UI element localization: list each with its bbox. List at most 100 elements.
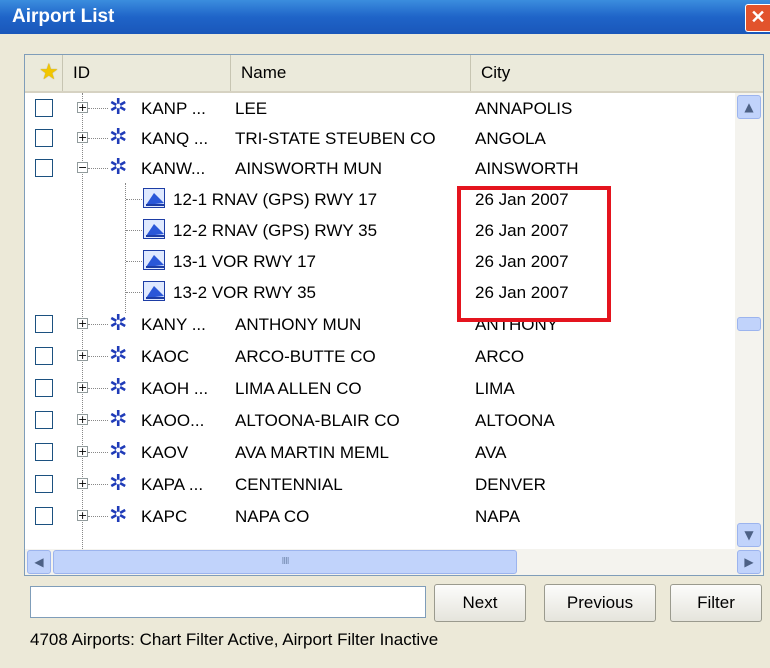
horizontal-scrollbar[interactable]: ◀ IIII ▶	[25, 549, 763, 575]
gear-icon: ✲	[109, 343, 128, 368]
airport-tree-list[interactable]: ★ ID Name City + ✲ KANP ... LEE ANNAPOLI…	[24, 54, 764, 576]
row-checkbox[interactable]	[35, 411, 53, 429]
chart-row[interactable]: 13-2 VOR RWY 35 26 Jan 2007	[25, 277, 735, 309]
airport-city: AVA	[475, 443, 507, 462]
airport-name: ALTOONA-BLAIR CO	[235, 411, 400, 430]
column-name[interactable]: Name	[231, 55, 471, 91]
airport-row[interactable]: − ✲ KANW... AINSWORTH MUN AINSWORTH	[25, 153, 735, 185]
airport-name: ARCO-BUTTE CO	[235, 347, 376, 366]
airport-row[interactable]: + ✲ KAPC NAPA CO NAPA	[25, 501, 735, 533]
gear-icon: ✲	[109, 503, 128, 528]
airport-row[interactable]: + ✲ KAPA ... CENTENNIAL DENVER	[25, 469, 735, 501]
chart-row[interactable]: 13-1 VOR RWY 17 26 Jan 2007	[25, 246, 735, 278]
airport-id: KAOC	[141, 347, 190, 366]
airport-id: KAOO...	[141, 411, 205, 430]
column-city[interactable]: City	[471, 55, 763, 91]
close-button[interactable]: ✕	[745, 4, 770, 32]
previous-button[interactable]: Previous	[544, 584, 656, 622]
approach-chart-icon	[143, 188, 165, 208]
vertical-scrollbar[interactable]: ▲ ▼	[735, 93, 763, 549]
chart-name: 13-1 VOR RWY 17	[173, 252, 316, 271]
airport-name: AVA MARTIN MEML	[235, 443, 389, 462]
airport-name: LEE	[235, 99, 268, 118]
airport-id: KAPA ...	[141, 475, 204, 494]
search-input[interactable]	[30, 586, 426, 618]
airport-name: CENTENNIAL	[235, 475, 343, 494]
title-bar[interactable]: Airport List ✕	[0, 0, 770, 34]
expand-toggle[interactable]: +	[77, 132, 88, 143]
row-checkbox[interactable]	[35, 443, 53, 461]
chart-date: 26 Jan 2007	[475, 252, 569, 271]
airport-row[interactable]: + ✲ KAOH ... LIMA ALLEN CO LIMA	[25, 373, 735, 405]
scroll-up-button[interactable]: ▲	[737, 95, 761, 119]
approach-chart-icon	[143, 281, 165, 301]
row-checkbox[interactable]	[35, 347, 53, 365]
status-bar-text: 4708 Airports: Chart Filter Active, Airp…	[30, 630, 439, 649]
airport-id: KAOH ...	[141, 379, 209, 398]
scroll-left-button[interactable]: ◀	[27, 550, 51, 574]
airport-row[interactable]: + ✲ KANQ ... TRI-STATE STEUBEN CO ANGOLA	[25, 123, 735, 155]
filter-button[interactable]: Filter	[670, 584, 762, 622]
chart-name: 13-2 VOR RWY 35	[173, 283, 316, 302]
airport-name: LIMA ALLEN CO	[235, 379, 362, 398]
airport-city: DENVER	[475, 475, 546, 494]
column-favorite[interactable]: ★	[25, 55, 63, 91]
gear-icon: ✲	[109, 125, 128, 150]
expand-toggle[interactable]: +	[77, 446, 88, 457]
collapse-toggle[interactable]: −	[77, 162, 88, 173]
chart-date: 26 Jan 2007	[475, 190, 569, 209]
airport-row[interactable]: + ✲ KANP ... LEE ANNAPOLIS	[25, 93, 735, 125]
expand-toggle[interactable]: +	[77, 350, 88, 361]
chart-name: 12-1 RNAV (GPS) RWY 17	[173, 190, 378, 209]
airport-name: TRI-STATE STEUBEN CO	[235, 129, 436, 148]
expand-toggle[interactable]: +	[77, 510, 88, 521]
expand-toggle[interactable]: +	[77, 414, 88, 425]
approach-chart-icon	[143, 250, 165, 270]
gear-icon: ✲	[109, 155, 128, 180]
gear-icon: ✲	[109, 407, 128, 432]
airport-row[interactable]: + ✲ KANY ... ANTHONY MUN ANTHONY	[25, 309, 735, 341]
expand-toggle[interactable]: +	[77, 102, 88, 113]
tree-rows: + ✲ KANP ... LEE ANNAPOLIS + ✲ KANQ ... …	[25, 93, 735, 549]
airport-id: KAOV	[141, 443, 189, 462]
column-id[interactable]: ID	[63, 55, 231, 91]
row-checkbox[interactable]	[35, 379, 53, 397]
scroll-down-button[interactable]: ▼	[737, 523, 761, 547]
airport-name: ANTHONY MUN	[235, 315, 362, 334]
airport-row[interactable]: + ✲ KAOC ARCO-BUTTE CO ARCO	[25, 341, 735, 373]
row-checkbox[interactable]	[35, 99, 53, 117]
expand-toggle[interactable]: +	[77, 478, 88, 489]
chart-row[interactable]: 12-2 RNAV (GPS) RWY 35 26 Jan 2007	[25, 215, 735, 247]
column-header: ★ ID Name City	[25, 55, 763, 93]
gear-icon: ✲	[109, 439, 128, 464]
next-button[interactable]: Next	[434, 584, 526, 622]
airport-id: KANP ...	[141, 99, 206, 118]
airport-name: NAPA CO	[235, 507, 310, 526]
row-checkbox[interactable]	[35, 475, 53, 493]
airport-row[interactable]: + ✲ KAOO... ALTOONA-BLAIR CO ALTOONA	[25, 405, 735, 437]
airport-name: AINSWORTH MUN	[235, 159, 383, 178]
row-checkbox[interactable]	[35, 159, 53, 177]
window-title: Airport List	[12, 6, 115, 27]
star-icon: ★	[39, 59, 59, 84]
airport-city: ALTOONA	[475, 411, 555, 430]
expand-toggle[interactable]: +	[77, 382, 88, 393]
airport-city: ARCO	[475, 347, 525, 366]
airport-city: AINSWORTH	[475, 159, 579, 178]
horizontal-scroll-thumb[interactable]: IIII	[53, 550, 517, 574]
airport-city: ANGOLA	[475, 129, 546, 148]
row-checkbox[interactable]	[35, 129, 53, 147]
expand-toggle[interactable]: +	[77, 318, 88, 329]
airport-row[interactable]: + ✲ KAOV AVA MARTIN MEML AVA	[25, 437, 735, 469]
row-checkbox[interactable]	[35, 315, 53, 333]
scroll-right-button[interactable]: ▶	[737, 550, 761, 574]
vertical-scroll-thumb[interactable]	[737, 317, 761, 331]
airport-id: KAPC	[141, 507, 188, 526]
chart-name: 12-2 RNAV (GPS) RWY 35	[173, 221, 378, 240]
row-checkbox[interactable]	[35, 507, 53, 525]
airport-id: KANY ...	[141, 315, 206, 334]
gear-icon: ✲	[109, 311, 128, 336]
airport-city: NAPA	[475, 507, 521, 526]
chart-row[interactable]: 12-1 RNAV (GPS) RWY 17 26 Jan 2007	[25, 184, 735, 216]
approach-chart-icon	[143, 219, 165, 239]
